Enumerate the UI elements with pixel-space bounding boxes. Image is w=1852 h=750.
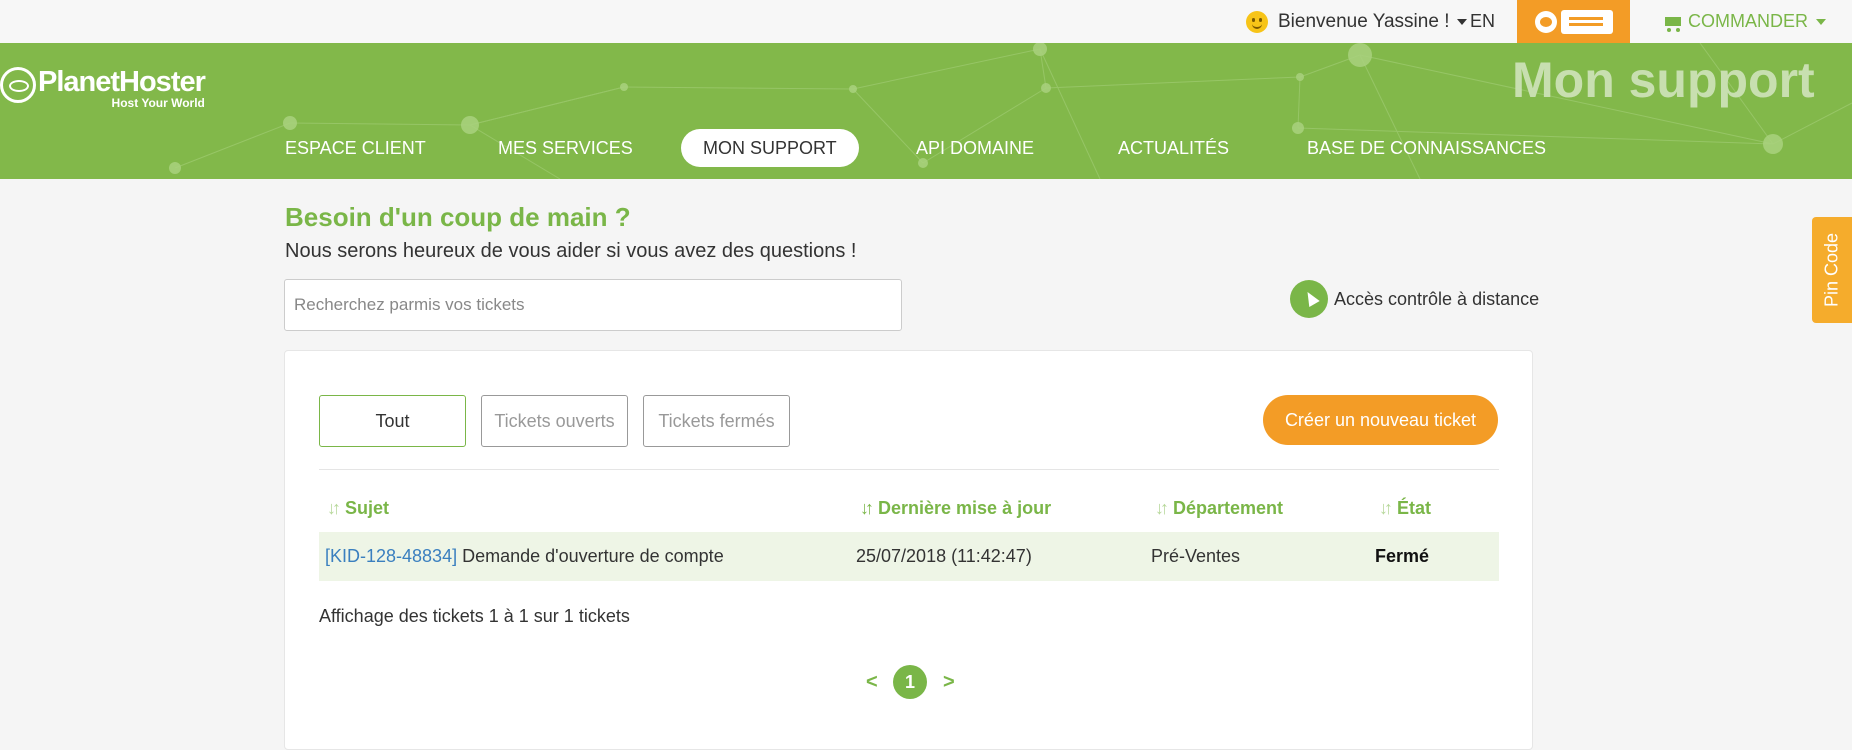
filter-all-button[interactable]: Tout [319, 395, 466, 447]
user-menu[interactable]: Bienvenue Yassine ! [1246, 0, 1468, 43]
cart-icon [1662, 15, 1682, 32]
remote-access-label: Accès contrôle à distance [1334, 288, 1540, 309]
help-subtitle: Nous serons heureux de vous aider si vou… [285, 240, 857, 262]
nav-mes-services[interactable]: MES SERVICES [498, 129, 633, 167]
sort-icon: ↓↑ [1155, 498, 1169, 518]
planet-logo-icon [0, 67, 36, 103]
support-agent-icon [1534, 10, 1557, 33]
next-page-button[interactable]: > [943, 665, 955, 699]
column-header-updated[interactable]: ↓↑ Dernière mise à jour [860, 498, 1051, 519]
cursor-click-icon [1290, 280, 1328, 318]
filter-open-button[interactable]: Tickets ouverts [481, 395, 628, 447]
nav-mon-support[interactable]: MON SUPPORT [681, 129, 859, 167]
page-1-button[interactable]: 1 [893, 665, 927, 699]
order-menu[interactable]: COMMANDER [1662, 0, 1826, 43]
top-bar: Bienvenue Yassine ! EN COMMANDER [0, 0, 1852, 43]
caret-down-icon [1816, 18, 1826, 25]
nav-api-domaine[interactable]: API DOMAINE [916, 129, 1034, 167]
brand-name: PlanetHoster [38, 66, 206, 98]
divider [319, 469, 1499, 470]
prev-page-button[interactable]: < [866, 665, 878, 699]
ticket-id-link[interactable]: [KID-128-48834] [325, 546, 457, 566]
nav-base-de-connaissances[interactable]: BASE DE CONNAISSANCES [1307, 129, 1546, 167]
page-title: Mon support [1512, 52, 1815, 108]
order-label: COMMANDER [1688, 11, 1808, 31]
ticket-department: Pré-Ventes [1151, 546, 1241, 566]
sort-icon: ↓↑ [1379, 498, 1393, 518]
language-switch[interactable]: EN [1470, 0, 1495, 43]
ticket-search-input[interactable] [284, 279, 902, 331]
ticket-subject: Demande d'ouverture de compte [462, 546, 724, 566]
ticket-subject-cell: [KID-128-48834] Demande d'ouverture de c… [325, 532, 724, 581]
nav-actualites[interactable]: ACTUALITÉS [1118, 129, 1229, 167]
main-nav: ESPACE CLIENT MES SERVICES MON SUPPORT A… [0, 129, 1852, 171]
column-header-subject[interactable]: ↓↑ Sujet [327, 498, 389, 519]
ticket-updated: 25/07/2018 (11:42:47) [856, 546, 1032, 566]
nav-espace-client[interactable]: ESPACE CLIENT [285, 129, 426, 167]
help-title: Besoin d'un coup de main ? [285, 202, 631, 232]
pin-code-tab[interactable]: Pin Code [1812, 217, 1852, 323]
sort-desc-icon: ↓↑ [860, 498, 874, 518]
column-header-status[interactable]: ↓↑ État [1379, 498, 1431, 519]
site-header: PlanetHoster Host Your World Mon support… [0, 43, 1852, 179]
table-row[interactable]: [KID-128-48834] Demande d'ouverture de c… [319, 532, 1499, 581]
smiley-icon [1246, 10, 1268, 33]
sort-icon: ↓↑ [327, 498, 341, 518]
filter-closed-button[interactable]: Tickets fermés [643, 395, 790, 447]
ticket-status: Fermé [1375, 546, 1430, 566]
caret-down-icon [1457, 18, 1468, 25]
column-header-department[interactable]: ↓↑ Département [1155, 498, 1283, 519]
tickets-panel: Tout Tickets ouverts Tickets fermés Crée… [284, 350, 1533, 750]
live-chat-button[interactable] [1517, 0, 1630, 43]
remote-access-link[interactable]: Accès contrôle à distance [1290, 279, 1539, 319]
pin-code-label: Pin Code [1821, 232, 1842, 308]
brand-logo[interactable]: PlanetHoster Host Your World [0, 65, 206, 109]
tickets-summary: Affichage des tickets 1 à 1 sur 1 ticket… [319, 606, 630, 626]
welcome-text: Bienvenue Yassine ! [1278, 10, 1450, 32]
create-ticket-button[interactable]: Créer un nouveau ticket [1263, 395, 1498, 445]
pagination: < 1 > [285, 665, 1534, 699]
chat-bubble-icon [1560, 9, 1613, 34]
